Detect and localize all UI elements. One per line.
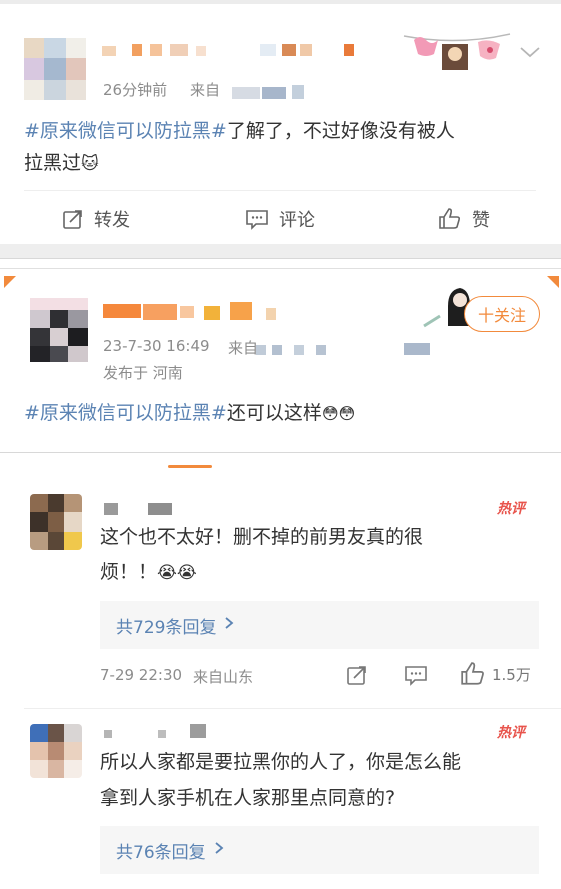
chevron-right-icon [224,615,234,635]
post-time: 26分钟前 [103,81,168,99]
comment-label: 评论 [279,210,315,231]
avatar[interactable] [30,724,82,778]
divider [24,190,536,191]
thumbs-up-icon [439,208,461,229]
comment-icon [246,210,268,230]
reply-comment-icon[interactable] [404,664,428,690]
corner-accent-icon [4,276,16,288]
comment-date: 7-29 22:30 [100,666,183,684]
divider [24,708,561,709]
post-text: #原来微信可以防拉黑#了解了，不过好像没有被人 [24,115,455,147]
repost-button[interactable]: 转发 [62,204,130,234]
section-separator [0,244,561,258]
divider [0,258,561,259]
cat-emoji: 🐱 [81,154,99,174]
view-replies-button[interactable]: 共76条回复 [100,826,539,874]
like-button[interactable]: 赞 [438,204,490,234]
divider [0,268,561,269]
share-comment-icon[interactable] [346,664,368,690]
chevron-right-icon [214,840,224,860]
avatar[interactable] [24,38,86,100]
follow-label: 十关注 [477,306,526,325]
avatar[interactable] [30,298,88,362]
chevron-down-icon[interactable] [519,44,541,63]
comment-text-line2-text: 烦！！ [100,561,158,583]
topic-link[interactable]: #原来微信可以防拉黑# [24,402,227,424]
view-replies-button[interactable]: 共729条回复 [100,601,539,649]
comment-like-button[interactable]: 1.5万 [460,661,531,687]
topic-link[interactable]: #原来微信可以防拉黑# [24,120,227,142]
divider [0,452,561,453]
flushed-emoji: 😳😳 [321,404,356,423]
comment-location: 来自山东 [193,668,254,686]
comment-like-count: 1.5万 [492,665,531,684]
post-location: 发布于 河南 [103,364,183,382]
tab-indicator [168,465,212,468]
comment-text-line2: 烦！！😭😭 [100,555,197,590]
crying-emoji: 😭😭 [157,563,197,583]
post-text-line1: 了解了，不过好像没有被人 [226,120,455,142]
follow-button[interactable]: 十关注 [464,296,540,332]
post-source-prefix: 来自 [190,81,221,99]
like-label: 赞 [472,210,490,231]
hot-comment-badge: 热评 [497,501,525,517]
comment-text-line1: 所以人家都是要拉黑你的人了，你是怎么能 [100,751,462,773]
comment-text-line1: 这个也不太好！删不掉的前男友真的很 [100,526,424,548]
decoration-sticker-image [402,28,512,76]
avatar[interactable] [30,494,82,550]
reply-count-label: 共76条回复 [116,842,206,863]
post-text: #原来微信可以防拉黑#还可以这样😳😳 [24,397,355,430]
thumbs-up-icon [461,662,484,685]
post-source-prefix: 来自 [228,339,259,357]
hot-comment-badge: 热评 [497,725,525,741]
comment-text-line2: 拿到人家手机在人家那里点同意的? [100,787,396,809]
corner-accent-icon [547,276,559,288]
top-divider [0,0,561,4]
post-timestamp: 23-7-30 16:49 [103,337,210,355]
reply-count-label: 共729条回复 [116,617,217,638]
comment-button[interactable]: 评论 [245,204,315,234]
post-text-body: 还可以这样 [226,402,322,424]
repost-icon [63,210,82,229]
post-text-line2: 拉黑过🐱 [24,147,99,180]
post-text-line2-text: 拉黑过 [24,152,82,174]
repost-label: 转发 [94,210,130,231]
